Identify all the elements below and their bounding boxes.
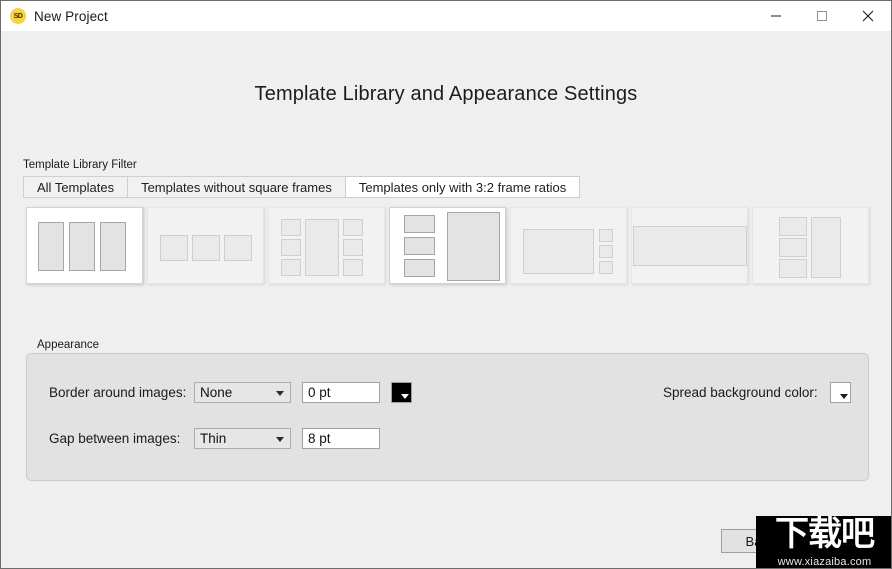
template-frame bbox=[343, 219, 363, 236]
gap-between-images-label: Gap between images: bbox=[49, 431, 181, 446]
tab-label: All Templates bbox=[37, 179, 115, 195]
border-style-dropdown[interactable]: None bbox=[194, 382, 291, 403]
template-filter-tabs: All Templates Templates without square f… bbox=[23, 176, 581, 198]
watermark-overlay: 下载吧 www.xiazaiba.com bbox=[756, 516, 891, 568]
template-frame bbox=[281, 259, 301, 276]
chevron-down-icon bbox=[276, 390, 284, 396]
filter-group-label: Template Library Filter bbox=[23, 159, 137, 171]
template-frame bbox=[404, 237, 435, 255]
appearance-group-box bbox=[26, 353, 869, 481]
page-title: Template Library and Appearance Settings bbox=[254, 83, 638, 105]
template-frame bbox=[404, 259, 435, 277]
tab-all-templates[interactable]: All Templates bbox=[23, 176, 128, 198]
gap-between-images-row: Gap between images: Thin 8 pt bbox=[49, 428, 380, 449]
template-frame bbox=[100, 222, 126, 271]
watermark-url: www.xiazaiba.com bbox=[777, 556, 872, 568]
template-frame bbox=[599, 229, 613, 242]
maximize-icon[interactable] bbox=[799, 1, 845, 31]
window-controls bbox=[753, 1, 891, 31]
template-thumbnail-six-frames-grid[interactable] bbox=[268, 207, 385, 284]
border-around-images-row: Border around images: None 0 pt bbox=[49, 382, 412, 403]
template-frame bbox=[69, 222, 95, 271]
border-size-value: 0 pt bbox=[308, 385, 331, 400]
template-frame bbox=[599, 245, 613, 258]
template-thumbnail-single-wide-frame[interactable] bbox=[631, 207, 748, 284]
border-size-input[interactable]: 0 pt bbox=[302, 382, 380, 403]
template-thumbnail-three-left-one-large-right[interactable] bbox=[389, 207, 506, 284]
template-frame bbox=[523, 229, 594, 274]
template-thumbnail-three-vertical-frames[interactable] bbox=[26, 207, 143, 284]
template-frame bbox=[192, 235, 220, 261]
template-thumbnail-three-small-left-one-tall-right[interactable] bbox=[752, 207, 869, 284]
minimize-icon[interactable] bbox=[753, 1, 799, 31]
border-color-swatch[interactable] bbox=[391, 382, 412, 403]
chevron-down-icon bbox=[839, 394, 848, 399]
title-bar: SD New Project bbox=[1, 1, 891, 31]
appearance-group-label: Appearance bbox=[37, 339, 100, 351]
close-icon[interactable] bbox=[845, 1, 891, 31]
template-frame bbox=[343, 239, 363, 256]
window-title: New Project bbox=[34, 8, 108, 24]
spread-background-color-swatch[interactable] bbox=[829, 382, 851, 403]
template-frame bbox=[38, 222, 64, 271]
border-around-images-label: Border around images: bbox=[49, 385, 187, 400]
template-frame bbox=[599, 261, 613, 274]
template-thumbnail-list bbox=[26, 207, 873, 284]
template-thumbnail-three-horizontal-frames[interactable] bbox=[147, 207, 264, 284]
spread-background-color-label: Spread background color: bbox=[663, 385, 818, 400]
template-frame bbox=[633, 226, 747, 266]
template-frame bbox=[281, 219, 301, 236]
template-frame bbox=[779, 217, 807, 236]
watermark-logo: 下载吧 bbox=[775, 516, 875, 554]
template-frame bbox=[305, 219, 339, 276]
template-thumbnail-one-large-left-three-small-right[interactable] bbox=[510, 207, 627, 284]
spread-background-color-row: Spread background color: bbox=[663, 382, 851, 403]
gap-style-value: Thin bbox=[200, 431, 227, 446]
template-frame bbox=[281, 239, 301, 256]
gap-size-input[interactable]: 8 pt bbox=[302, 428, 380, 449]
gap-size-value: 8 pt bbox=[308, 431, 331, 446]
template-frame bbox=[811, 217, 841, 278]
template-frame bbox=[404, 215, 435, 233]
gap-style-dropdown[interactable]: Thin bbox=[194, 428, 291, 449]
tab-templates-3-2-ratios[interactable]: Templates only with 3:2 frame ratios bbox=[344, 176, 581, 198]
template-frame bbox=[343, 259, 363, 276]
template-frame bbox=[779, 238, 807, 257]
border-style-value: None bbox=[200, 385, 233, 400]
chevron-down-icon bbox=[276, 436, 284, 442]
tab-label: Templates without square frames bbox=[141, 179, 332, 195]
app-icon: SD bbox=[10, 8, 26, 24]
template-frame bbox=[160, 235, 188, 261]
chevron-down-icon bbox=[401, 394, 409, 399]
tab-templates-without-square-frames[interactable]: Templates without square frames bbox=[127, 176, 345, 198]
template-frame bbox=[447, 212, 500, 281]
template-frame bbox=[224, 235, 252, 261]
template-frame bbox=[779, 259, 807, 278]
tab-label: Templates only with 3:2 frame ratios bbox=[358, 179, 567, 195]
application-window: SD New Project Template Library and Appe… bbox=[0, 0, 892, 569]
